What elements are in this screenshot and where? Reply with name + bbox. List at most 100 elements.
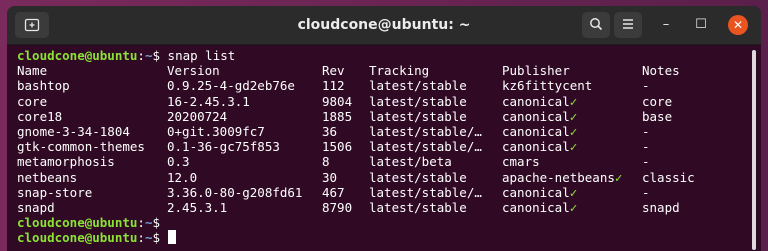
row-publisher: cmars — [502, 154, 540, 169]
table-row: netbeans 12.0 30 latest/stable apache-netbea… — [17, 170, 747, 185]
row-rev: 9804 — [322, 93, 353, 109]
row-publisher: canonical✓ — [502, 185, 577, 200]
row-rev: 1885 — [322, 108, 353, 124]
search-button[interactable] — [582, 12, 610, 38]
row-name: bashtop — [17, 78, 70, 94]
row-notes: core — [642, 93, 673, 109]
prompt-separator: : — [137, 48, 145, 63]
verified-check-icon: ✓ — [569, 184, 578, 200]
row-rev: 36 — [322, 123, 338, 139]
row-tracking: latest/stable — [369, 169, 467, 185]
publisher-name: canonical — [502, 123, 570, 139]
row-tracking: latest/stable/… — [369, 184, 482, 200]
prompt-separator: : — [137, 215, 145, 231]
verified-check-icon: ✓ — [569, 139, 578, 155]
column-header-publisher: Publisher — [502, 63, 570, 79]
table-row: snap-store 3.36.0-80-g208fd61 467 latest/st… — [17, 185, 747, 200]
menu-button[interactable] — [614, 12, 642, 38]
row-publisher: canonical✓ — [502, 94, 577, 109]
scrollbar[interactable] — [752, 50, 756, 250]
publisher-name: canonical — [502, 108, 570, 124]
row-rev: 8790 — [322, 199, 353, 215]
table-row: gtk-common-themes 0.1-36-gc75f853 1506 late… — [17, 139, 747, 154]
terminal-output[interactable]: cloudcone@ubuntu:~$ snap list Name Versi… — [7, 45, 747, 251]
prompt-user: cloudcone@ubuntu — [17, 48, 138, 63]
row-name: core18 — [17, 108, 63, 124]
verified-check-icon: ✓ — [569, 93, 578, 109]
row-name: gtk-common-themes — [17, 139, 145, 155]
row-version: 0.9.25-4-gd2eb76e — [167, 78, 295, 94]
row-version: 20200724 — [167, 108, 228, 124]
publisher-name: kz6fittycent — [502, 78, 593, 94]
verified-check-icon: ✓ — [569, 199, 578, 215]
column-header-notes: Notes — [642, 63, 680, 79]
table-row: core18 20200724 1885 latest/stable canonical… — [17, 109, 747, 124]
row-notes: - — [642, 184, 650, 200]
row-publisher: canonical✓ — [502, 200, 577, 215]
row-publisher: apache-netbeans✓ — [502, 170, 622, 185]
desktop-background: cloudcone@ubuntu: ~ – ☐ ✕ cloudcone@ubun… — [0, 0, 768, 251]
prompt-line: cloudcone@ubuntu:~$ — [17, 215, 747, 230]
row-publisher: kz6fittycent — [502, 78, 592, 93]
row-name: netbeans — [17, 169, 78, 185]
row-notes: snapd — [642, 199, 680, 215]
command-text: snap list — [167, 48, 236, 63]
row-name: snapd — [17, 199, 55, 215]
column-header-rev: Rev — [322, 63, 345, 79]
row-rev: 112 — [322, 78, 345, 94]
title-bar[interactable]: cloudcone@ubuntu: ~ – ☐ ✕ — [7, 6, 761, 45]
prompt-user: cloudcone@ubuntu — [17, 230, 138, 246]
row-notes: - — [642, 139, 650, 155]
row-version: 2.45.3.1 — [167, 199, 228, 215]
prompt-line: cloudcone@ubuntu:~$ — [17, 230, 747, 245]
row-notes: - — [642, 78, 650, 94]
verified-check-icon: ✓ — [569, 123, 578, 139]
hamburger-menu-icon — [623, 19, 633, 29]
row-version: 3.36.0-80-g208fd61 — [167, 184, 303, 200]
window-title: cloudcone@ubuntu: ~ — [297, 17, 471, 33]
prompt-symbol: $ — [152, 230, 168, 246]
row-tracking: latest/stable/… — [369, 123, 482, 139]
table-row: snapd 2.45.3.1 8790 latest/stable canonical✓… — [17, 200, 747, 215]
minimize-button[interactable]: – — [656, 15, 676, 35]
text-cursor — [167, 230, 176, 245]
column-header-tracking: Tracking — [369, 63, 430, 79]
row-name: gnome-3-34-1804 — [17, 123, 130, 139]
publisher-name: canonical — [502, 139, 570, 155]
publisher-name: canonical — [502, 93, 570, 109]
snap-table-body: bashtop 0.9.25-4-gd2eb76e 112 latest/stable… — [17, 78, 747, 215]
row-tracking: latest/stable — [369, 199, 467, 215]
prompt-line: cloudcone@ubuntu:~$ snap list — [17, 48, 747, 63]
row-notes: - — [642, 154, 650, 170]
publisher-name: apache-netbeans — [502, 169, 615, 185]
verified-check-icon: ✓ — [614, 169, 623, 185]
table-row: core 16-2.45.3.1 9804 latest/stable canonica… — [17, 94, 747, 109]
row-version: 0.1-36-gc75f853 — [167, 139, 280, 155]
row-publisher: canonical✓ — [502, 139, 577, 154]
row-tracking: latest/stable — [369, 108, 467, 124]
table-header: Name Version Rev Tracking Publisher Note… — [17, 63, 747, 78]
table-row: gnome-3-34-1804 0+git.3009fc7 36 latest/sta… — [17, 124, 747, 139]
terminal-window: cloudcone@ubuntu: ~ – ☐ ✕ cloudcone@ubun… — [7, 6, 761, 251]
maximize-button[interactable]: ☐ — [691, 15, 711, 35]
search-icon — [590, 18, 603, 31]
row-rev: 1506 — [322, 139, 353, 155]
prompt-symbol: $ — [152, 215, 168, 231]
row-notes: - — [642, 123, 650, 139]
row-name: snap-store — [17, 184, 93, 200]
column-header-version: Version — [167, 63, 220, 79]
prompt-symbol: $ — [152, 48, 168, 63]
row-version: 0.3 — [167, 154, 190, 170]
row-rev: 8 — [322, 154, 330, 170]
row-publisher: canonical✓ — [502, 109, 577, 124]
prompt-separator: : — [137, 230, 145, 246]
table-row: bashtop 0.9.25-4-gd2eb76e 112 latest/stable… — [17, 78, 747, 93]
row-version: 0+git.3009fc7 — [167, 123, 265, 139]
close-button[interactable]: ✕ — [728, 15, 748, 35]
row-tracking: latest/stable — [369, 78, 467, 94]
row-version: 16-2.45.3.1 — [167, 93, 250, 109]
column-header-name: Name — [17, 63, 48, 79]
row-rev: 467 — [322, 184, 345, 200]
row-version: 12.0 — [167, 169, 198, 185]
publisher-name: cmars — [502, 154, 540, 170]
